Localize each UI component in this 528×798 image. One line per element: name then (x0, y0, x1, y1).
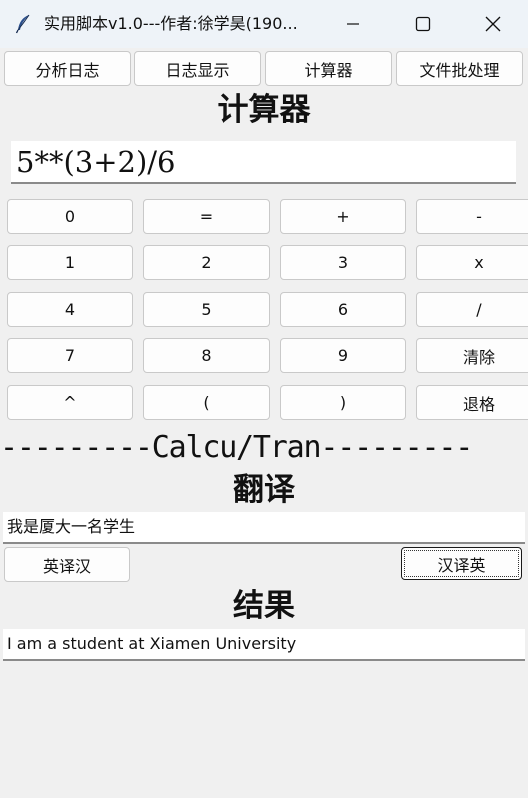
key-clear[interactable]: 清除 (416, 338, 528, 373)
result-heading: 结果 (233, 588, 295, 624)
expression-input[interactable]: 5**(3+2)/6 (11, 141, 516, 184)
key-multiply[interactable]: x (416, 245, 528, 280)
key-divide[interactable]: / (416, 292, 528, 327)
key-backspace[interactable]: 退格 (416, 385, 528, 420)
zh-to-en-button[interactable]: 汉译英 (401, 547, 522, 580)
tab-file-batch[interactable]: 文件批处理 (396, 51, 523, 86)
feather-icon (12, 12, 36, 36)
key-open-paren[interactable]: ( (143, 385, 270, 420)
app-window: 实用脚本v1.0---作者:徐学昊(190... 分析日志 日志显示 计算器 文… (0, 0, 528, 798)
title-bar[interactable]: 实用脚本v1.0---作者:徐学昊(190... (0, 0, 528, 48)
maximize-icon (415, 16, 431, 32)
close-button[interactable] (458, 0, 528, 48)
key-power[interactable]: ^ (7, 385, 133, 420)
key-4[interactable]: 4 (7, 292, 133, 327)
key-minus[interactable]: - (416, 199, 528, 234)
key-9[interactable]: 9 (280, 338, 406, 373)
key-close-paren[interactable]: ) (280, 385, 406, 420)
key-0[interactable]: 0 (7, 199, 133, 234)
key-6[interactable]: 6 (280, 292, 406, 327)
key-3[interactable]: 3 (280, 245, 406, 280)
en-to-zh-button[interactable]: 英译汉 (4, 547, 130, 582)
translate-heading: 翻译 (233, 472, 295, 508)
tab-analyze-log[interactable]: 分析日志 (4, 51, 131, 86)
key-1[interactable]: 1 (7, 245, 133, 280)
section-separator: ---------Calcu/Tran--------- (0, 430, 473, 465)
key-5[interactable]: 5 (143, 292, 270, 327)
calculator-heading: 计算器 (217, 92, 311, 128)
minimize-button[interactable] (318, 0, 388, 48)
key-8[interactable]: 8 (143, 338, 270, 373)
minimize-icon (347, 23, 359, 25)
maximize-button[interactable] (388, 0, 458, 48)
window-title: 实用脚本v1.0---作者:徐学昊(190... (44, 14, 298, 33)
close-icon (485, 16, 501, 32)
key-plus[interactable]: + (280, 199, 406, 234)
key-2[interactable]: 2 (143, 245, 270, 280)
tab-log-display[interactable]: 日志显示 (134, 51, 261, 86)
key-equals[interactable]: = (143, 199, 270, 234)
tab-calculator[interactable]: 计算器 (265, 51, 392, 86)
translate-input[interactable]: 我是厦大一名学生 (3, 512, 525, 544)
key-7[interactable]: 7 (7, 338, 133, 373)
result-output[interactable]: I am a student at Xiamen University (3, 629, 525, 661)
